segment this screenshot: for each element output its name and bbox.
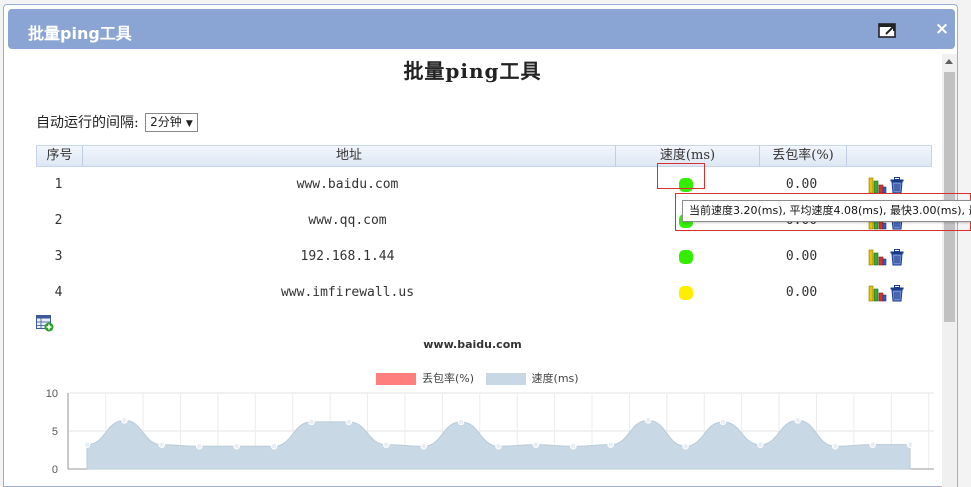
dialog-titlebar[interactable]: 批量ping工具 × [8, 9, 955, 49]
row-loss: 0.00 [785, 249, 818, 264]
page-title: 批量ping工具 [403, 59, 542, 83]
scroll-up-arrow-icon[interactable] [945, 59, 953, 64]
data-point [233, 442, 240, 450]
row-loss: 0.00 [785, 285, 818, 300]
bar-chart-icon[interactable] [868, 248, 887, 266]
table-header: 序号 地址 速度(ms) 丢包率(%) [36, 145, 932, 167]
bar-chart-icon[interactable] [868, 284, 887, 302]
data-point [682, 442, 689, 450]
data-point [195, 442, 203, 450]
interval-label: 自动运行的间隔: [36, 115, 139, 131]
data-point [794, 417, 802, 424]
ping-tool-dialog: 批量ping工具 × 批量ping工具 自动运行的间隔: 2分钟 ▼ 序号 地址 … [3, 4, 958, 487]
row-index: 4 [54, 285, 63, 300]
vertical-scrollbar[interactable] [942, 54, 957, 487]
data-point [308, 418, 315, 426]
data-point [83, 441, 91, 448]
header-loss: 丢包率(%) [759, 146, 846, 166]
data-point [532, 441, 540, 448]
speed-chart: 0 5 10 [46, 388, 934, 476]
trash-icon[interactable] [890, 177, 904, 194]
table-row: 3 192.168.1.44 0.00 [36, 239, 932, 275]
data-point [345, 418, 353, 426]
data-point [420, 442, 427, 450]
chevron-down-icon: ▼ [185, 118, 193, 129]
row-speed[interactable] [614, 275, 758, 311]
header-address: 地址 [82, 146, 615, 166]
data-point [869, 441, 876, 448]
interval-select[interactable]: 2分钟 ▼ [145, 112, 198, 132]
row-index: 3 [54, 249, 63, 264]
interval-selected-value: 2分钟 [150, 114, 182, 129]
tooltip-text: 当前速度3.20(ms), 平均速度4.08(ms), 最快3.00(ms), … [682, 200, 971, 222]
add-row-icon[interactable] [36, 315, 54, 332]
data-point [158, 441, 166, 448]
data-point [457, 418, 465, 426]
popout-window-icon[interactable] [878, 21, 898, 39]
row-actions [868, 275, 908, 311]
data-point [644, 417, 652, 424]
data-point [382, 441, 390, 448]
row-address: 192.168.1.44 [300, 249, 395, 264]
row-address: www.imfirewall.us [280, 285, 415, 300]
interval-setting: 自动运行的间隔: 2分钟 ▼ [36, 112, 198, 132]
table-row: 4 www.imfirewall.us 0.00 [36, 275, 932, 311]
data-point [121, 417, 128, 424]
y-tick-label: 10 [46, 388, 58, 400]
close-icon[interactable]: × [934, 19, 950, 39]
y-tick-label: 0 [52, 464, 58, 476]
data-point [719, 418, 727, 426]
data-point [607, 441, 615, 448]
speed-tooltip: 当前速度3.20(ms), 平均速度4.08(ms), 最快3.00(ms), … [675, 193, 971, 231]
dialog-title: 批量ping工具 [28, 24, 132, 43]
data-point [570, 442, 577, 450]
header-actions [846, 146, 931, 166]
row-index: 2 [54, 213, 63, 228]
highlight-speed-cell [657, 163, 705, 189]
header-index: 序号 [46, 148, 73, 163]
row-index: 1 [54, 177, 63, 192]
row-address: www.baidu.com [296, 177, 399, 192]
data-point [270, 442, 278, 450]
dialog-content: 批量ping工具 自动运行的间隔: 2分钟 ▼ 序号 地址 速度(ms) 丢包率(… [4, 49, 941, 487]
trash-icon[interactable] [890, 249, 904, 266]
trash-icon[interactable] [890, 285, 904, 302]
data-point [831, 442, 839, 450]
row-speed[interactable] [614, 239, 758, 275]
row-actions [868, 239, 908, 275]
status-dot[interactable] [679, 285, 693, 300]
background-right-strip [957, 100, 971, 487]
status-dot[interactable] [679, 249, 693, 264]
data-point [757, 441, 764, 448]
y-tick-label: 5 [52, 426, 58, 438]
bar-chart-icon[interactable] [868, 176, 887, 194]
data-point [495, 442, 502, 450]
data-point [906, 441, 914, 448]
row-address: www.qq.com [308, 213, 387, 228]
chart-title: www.baidu.com [423, 338, 522, 351]
